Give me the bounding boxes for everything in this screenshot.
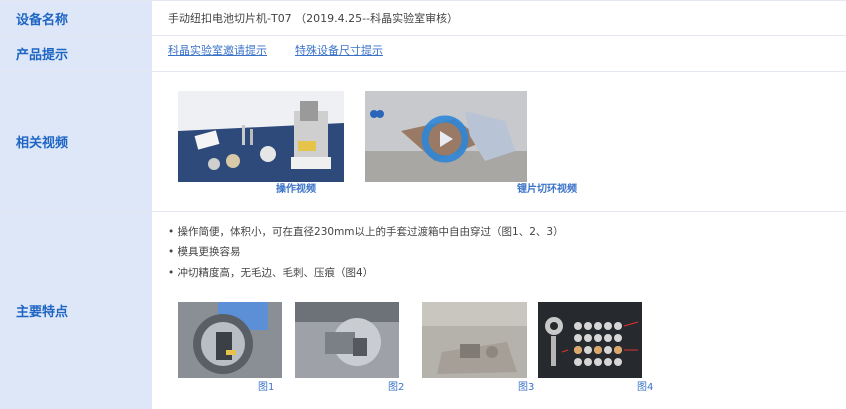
features-area: • 操作简便，体积小，可在直径230mm以上的手套过渡箱中自由穿过（图1、2、3…: [152, 212, 846, 409]
operation-video-caption[interactable]: 操作视频: [276, 180, 316, 195]
figure-2-caption: 图2: [388, 382, 405, 393]
figure-4-caption: 图4: [637, 382, 654, 393]
row-product-tips: 产品提示 科晶实验室邀请提示 特殊设备尺寸提示: [0, 36, 846, 72]
figure-3-caption: 图3: [518, 382, 535, 393]
figure-4-image: [538, 302, 642, 378]
figure-1-image: [178, 302, 282, 378]
feature-bullet-3: • 冲切精度高，无毛边、毛刺、压痕（图4）: [168, 267, 374, 279]
link-special-size[interactable]: 特殊设备尺寸提示: [295, 42, 383, 58]
label-product-tips: 产品提示: [0, 36, 152, 71]
row-device-name: 设备名称 手动纽扣电池切片机-T07 （2019.4.25--科晶实验室审核）: [0, 1, 846, 36]
label-device-name: 设备名称: [0, 1, 152, 35]
row-videos: 相关视频 操作视频 锂片切环视频: [0, 72, 846, 212]
device-name-value: 手动纽扣电池切片机-T07 （2019.4.25--科晶实验室审核）: [168, 12, 459, 25]
link-lab-invitation[interactable]: 科晶实验室邀请提示: [168, 42, 267, 58]
lithium-cut-video-thumbnail[interactable]: [365, 91, 527, 182]
feature-bullet-1: • 操作简便，体积小，可在直径230mm以上的手套过渡箱中自由穿过（图1、2、3…: [168, 226, 564, 238]
feature-bullet-2: • 模具更换容易: [168, 246, 241, 258]
label-videos: 相关视频: [0, 72, 152, 211]
figure-1-caption: 图1: [258, 382, 275, 393]
product-tips-links: 科晶实验室邀请提示 特殊设备尺寸提示: [152, 36, 846, 71]
videos-area: 操作视频 锂片切环视频: [152, 72, 846, 211]
label-features: 主要特点: [0, 212, 152, 409]
spec-table: 设备名称 手动纽扣电池切片机-T07 （2019.4.25--科晶实验室审核） …: [0, 0, 846, 409]
figure-3-image: [422, 302, 527, 378]
operation-video-thumbnail[interactable]: [178, 91, 344, 182]
lithium-cut-video-caption[interactable]: 锂片切环视频: [517, 180, 577, 195]
figure-2-image: [295, 302, 399, 378]
row-features: 主要特点 • 操作简便，体积小，可在直径230mm以上的手套过渡箱中自由穿过（图…: [0, 212, 846, 409]
